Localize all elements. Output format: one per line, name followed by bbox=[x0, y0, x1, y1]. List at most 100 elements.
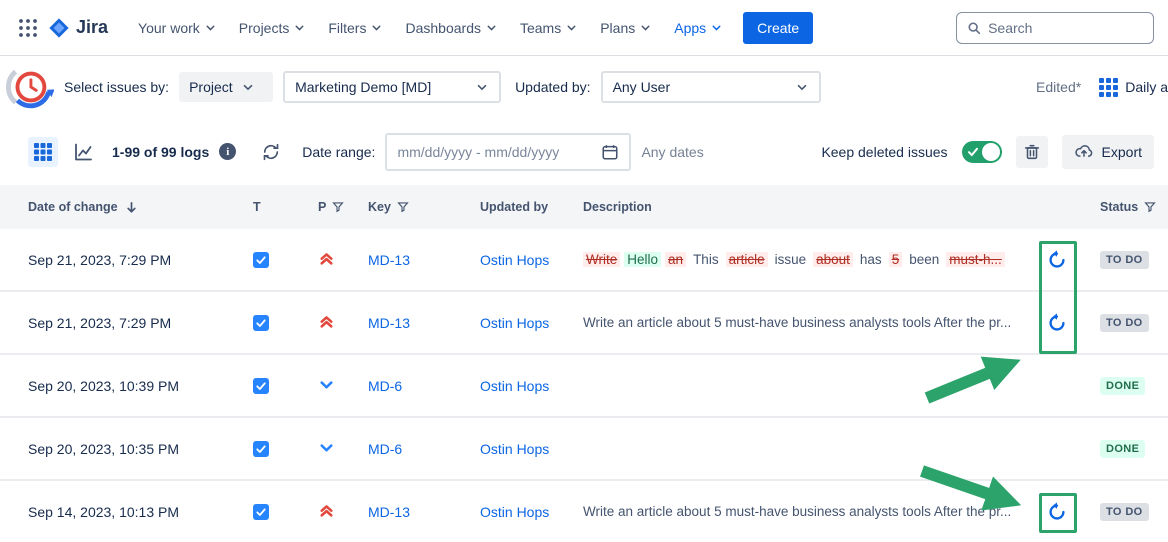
sort-desc-icon bbox=[124, 200, 139, 215]
jira-logo-icon bbox=[48, 17, 70, 39]
change-date: Sep 21, 2023, 7:29 PM bbox=[28, 252, 253, 268]
export-button[interactable]: Export bbox=[1062, 135, 1154, 169]
select-by-value: Project bbox=[189, 79, 233, 95]
status-badge: TO DO bbox=[1100, 251, 1149, 269]
updated-by-link[interactable]: Ostin Hops bbox=[480, 252, 583, 268]
checkbox-check-icon bbox=[255, 506, 267, 518]
daily-activity-grid-icon bbox=[1099, 78, 1118, 97]
create-button[interactable]: Create bbox=[743, 12, 813, 44]
type-checkbox[interactable] bbox=[253, 252, 269, 268]
app-switcher-button[interactable] bbox=[12, 12, 44, 44]
jira-issue-history-page: Jira Your work Projects Filters Dashboar… bbox=[0, 0, 1168, 542]
calendar-icon[interactable] bbox=[601, 143, 619, 161]
type-checkbox[interactable] bbox=[253, 378, 269, 394]
nav-plans[interactable]: Plans bbox=[590, 12, 662, 44]
updated-by-link[interactable]: Ostin Hops bbox=[480, 315, 583, 331]
logs-toolbar: 1-99 of 99 logs i Date range: Any dates … bbox=[0, 118, 1168, 185]
updated-by-link[interactable]: Ostin Hops bbox=[480, 441, 583, 457]
header-date-of-change[interactable]: Date of change bbox=[28, 200, 253, 215]
nav-apps[interactable]: Apps bbox=[664, 12, 733, 44]
issue-key-link[interactable]: MD-6 bbox=[368, 441, 480, 457]
any-dates-label: Any dates bbox=[641, 144, 703, 160]
date-range-input[interactable] bbox=[397, 144, 593, 160]
issue-key-link[interactable]: MD-6 bbox=[368, 378, 480, 394]
daily-activity-button[interactable]: Daily a bbox=[1095, 74, 1168, 101]
filter-funnel-icon[interactable] bbox=[397, 201, 409, 213]
diff-token-plain: issue bbox=[772, 252, 810, 267]
issue-key-link[interactable]: MD-13 bbox=[368, 504, 480, 520]
updated-by-link[interactable]: Ostin Hops bbox=[480, 504, 583, 520]
revert-icon bbox=[1046, 249, 1068, 271]
updated-by-dropdown[interactable]: Any User bbox=[601, 71, 821, 103]
info-icon[interactable]: i bbox=[219, 143, 236, 160]
priority-low-icon bbox=[318, 376, 368, 396]
header-key: Key bbox=[368, 200, 480, 214]
filter-bar-right: Edited* Daily a bbox=[1036, 74, 1168, 101]
nav-teams-label: Teams bbox=[520, 20, 561, 36]
type-checkbox[interactable] bbox=[253, 315, 269, 331]
nav-filters[interactable]: Filters bbox=[318, 12, 393, 44]
logs-count: 1-99 of 99 logs bbox=[112, 144, 209, 160]
type-checkbox[interactable] bbox=[253, 504, 269, 520]
toolbar-right: Keep deleted issues Export bbox=[821, 135, 1154, 169]
chevron-down-icon bbox=[485, 21, 498, 34]
chevron-down-icon bbox=[293, 21, 306, 34]
table-view-button[interactable] bbox=[28, 137, 58, 167]
header-description: Description bbox=[583, 200, 1033, 214]
issue-key-link[interactable]: MD-13 bbox=[368, 252, 480, 268]
status-cell: DONE bbox=[1081, 376, 1168, 395]
chevron-down-icon bbox=[475, 80, 489, 94]
issue-key-link[interactable]: MD-13 bbox=[368, 315, 480, 331]
updated-by-link[interactable]: Ostin Hops bbox=[480, 378, 583, 394]
filter-funnel-icon[interactable] bbox=[332, 201, 344, 213]
change-date: Sep 21, 2023, 7:29 PM bbox=[28, 315, 253, 331]
nav-your-work-label: Your work bbox=[138, 20, 200, 36]
project-value: Marketing Demo [MD] bbox=[295, 79, 431, 95]
priority-highest-icon bbox=[318, 313, 368, 333]
filter-bar: Select issues by: Project Marketing Demo… bbox=[0, 56, 1168, 118]
search-input[interactable] bbox=[988, 20, 1143, 36]
revert-button[interactable] bbox=[1040, 495, 1074, 529]
nav-teams[interactable]: Teams bbox=[510, 12, 588, 44]
table-row: Sep 21, 2023, 7:29 PM MD-13 Ostin Hops W… bbox=[0, 292, 1168, 355]
date-range-label: Date range: bbox=[302, 144, 375, 160]
diff-token-plain: has bbox=[857, 252, 885, 267]
change-log-table: Date of change T P Key Updated by Descri… bbox=[0, 185, 1168, 542]
top-navigation: Jira Your work Projects Filters Dashboar… bbox=[0, 0, 1168, 56]
delete-logs-button[interactable] bbox=[1016, 136, 1048, 168]
diff-token-del: 5 bbox=[889, 252, 903, 267]
nav-dashboards-label: Dashboards bbox=[405, 20, 481, 36]
nav-your-work[interactable]: Your work bbox=[128, 12, 227, 44]
jira-logo[interactable]: Jira bbox=[48, 17, 108, 39]
revert-button[interactable] bbox=[1040, 243, 1074, 277]
export-cloud-icon bbox=[1074, 142, 1094, 162]
main-menu: Your work Projects Filters Dashboards Te… bbox=[128, 12, 733, 44]
nav-projects[interactable]: Projects bbox=[229, 12, 317, 44]
trash-icon bbox=[1023, 143, 1041, 161]
chevron-down-icon bbox=[639, 21, 652, 34]
nav-dashboards[interactable]: Dashboards bbox=[395, 12, 508, 44]
revert-button[interactable] bbox=[1040, 306, 1074, 340]
nav-apps-label: Apps bbox=[674, 20, 706, 36]
keep-deleted-toggle[interactable] bbox=[962, 141, 1002, 163]
chevron-down-icon bbox=[241, 80, 255, 94]
status-cell: DONE bbox=[1081, 439, 1168, 458]
project-dropdown[interactable]: Marketing Demo [MD] bbox=[283, 71, 501, 103]
checkbox-check-icon bbox=[255, 254, 267, 266]
diff-token-plain: This bbox=[690, 252, 722, 267]
status-cell: TO DO bbox=[1081, 250, 1168, 269]
chart-view-button[interactable] bbox=[68, 137, 98, 167]
chevron-down-icon bbox=[370, 21, 383, 34]
type-checkbox[interactable] bbox=[253, 441, 269, 457]
table-row: Sep 14, 2023, 10:13 PM MD-13 Ostin Hops … bbox=[0, 481, 1168, 542]
check-icon bbox=[968, 147, 978, 157]
toggle-knob bbox=[982, 143, 1000, 161]
refresh-button[interactable] bbox=[256, 137, 286, 167]
edited-label: Edited* bbox=[1036, 79, 1081, 95]
description-diff: WriteHelloanThisarticleissueabouthas5bee… bbox=[583, 252, 1033, 267]
status-cell: TO DO bbox=[1081, 313, 1168, 332]
chevron-down-icon bbox=[710, 21, 723, 34]
header-updated-by: Updated by bbox=[480, 200, 583, 214]
select-by-dropdown[interactable]: Project bbox=[179, 72, 273, 102]
filter-funnel-icon[interactable] bbox=[1144, 201, 1156, 213]
